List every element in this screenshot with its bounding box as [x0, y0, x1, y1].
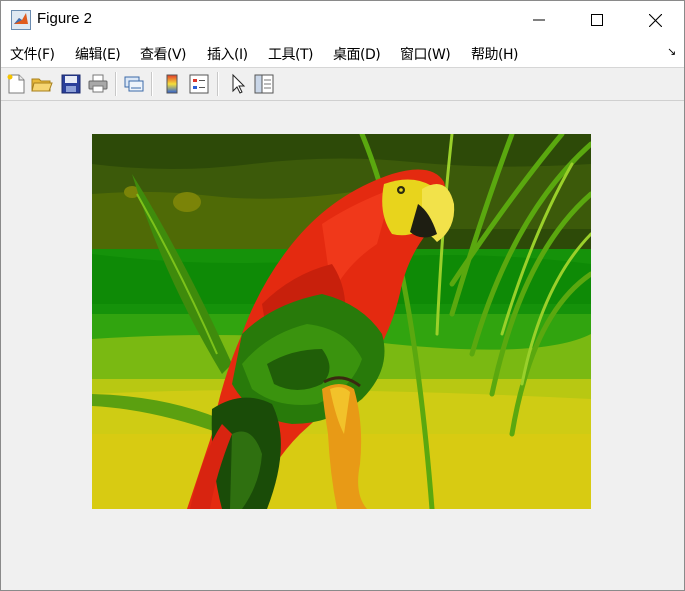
legend-icon: [189, 74, 209, 94]
save-button[interactable]: [59, 72, 83, 96]
menu-help[interactable]: 帮助(H): [471, 44, 518, 64]
toolbar: [1, 68, 684, 101]
title-bar[interactable]: Figure 2: [1, 1, 684, 39]
new-file-button[interactable]: [4, 72, 28, 96]
save-icon: [61, 74, 81, 94]
property-inspector-icon: [254, 74, 274, 94]
image-axes[interactable]: [92, 134, 591, 509]
menu-window[interactable]: 窗口(W): [400, 44, 451, 64]
close-button[interactable]: [626, 1, 684, 39]
figure-canvas[interactable]: [1, 101, 684, 590]
open-folder-icon: [31, 78, 53, 92]
close-icon: [648, 13, 662, 27]
toolbar-separator: [151, 72, 153, 96]
menu-desktop[interactable]: 桌面(D): [333, 44, 381, 64]
parrot-posterized-icon: [92, 134, 591, 509]
colorbar-icon: [166, 74, 178, 94]
print-icon: [88, 74, 108, 93]
print-button[interactable]: [86, 72, 110, 96]
menu-edit[interactable]: 编辑(E): [75, 44, 121, 64]
menu-insert[interactable]: 插入(I): [207, 44, 248, 64]
property-inspector-button[interactable]: [252, 72, 276, 96]
open-button[interactable]: [30, 72, 54, 96]
menu-bar: 文件(F) 编辑(E) 查看(V) 插入(I) 工具(T) 桌面(D) 窗口(W…: [1, 39, 684, 68]
matlab-icon: [11, 10, 31, 30]
minimize-button[interactable]: [510, 1, 568, 39]
window-title: Figure 2: [37, 10, 93, 27]
menu-file[interactable]: 文件(F): [10, 44, 55, 64]
figure-window: Figure 2 文件(F) 编辑(E) 查看(V) 插入(I) 工具(T) 桌…: [0, 0, 685, 591]
pointer-icon: [232, 73, 246, 94]
new-file-icon: [7, 74, 25, 94]
insert-colorbar-button[interactable]: [160, 72, 184, 96]
menu-tools[interactable]: 工具(T): [268, 44, 313, 64]
maximize-icon: [591, 14, 603, 26]
link-plot-button[interactable]: [122, 72, 146, 96]
edit-plot-button[interactable]: [226, 72, 250, 96]
toolbar-separator: [217, 72, 219, 96]
dock-arrow-icon[interactable]: ↘: [667, 45, 676, 58]
toolbar-separator: [115, 72, 117, 96]
maximize-button[interactable]: [568, 1, 626, 39]
menu-view[interactable]: 查看(V): [140, 44, 187, 64]
link-plot-icon: [124, 76, 144, 92]
insert-legend-button[interactable]: [187, 72, 211, 96]
minimize-icon: [533, 19, 545, 21]
